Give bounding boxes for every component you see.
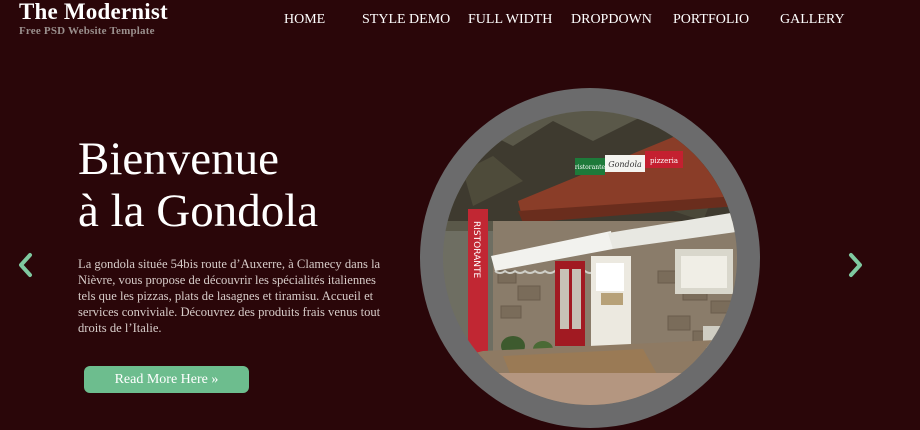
nav-item-portfolio[interactable]: PORTFOLIO [673,12,749,28]
slider-next-button[interactable] [845,252,865,278]
nav-item-gallery[interactable]: GALLERY [780,12,845,28]
hero-description: La gondola située 54bis route d’Auxerre,… [78,257,381,335]
banner-text: RISTORANTE [471,221,481,278]
sign-right-text: pizzeria [650,157,678,165]
sign-center-text: Gondola [608,160,642,169]
sign-left-text: ristorante [575,164,606,171]
chevron-right-icon [849,253,862,277]
nav-item-full-width[interactable]: FULL WIDTH [468,12,552,28]
site-tagline: Free PSD Website Template [19,25,155,37]
site-logo[interactable]: The Modernist Free PSD Website Template [19,0,168,37]
site-title: The Modernist [19,0,168,24]
nav-item-home[interactable]: HOME [284,12,325,28]
hero-title-line1: Bienvenue [78,133,279,185]
read-more-button[interactable]: Read More Here » [84,366,249,393]
slider-prev-button[interactable] [16,252,36,278]
chevron-left-icon [19,253,32,277]
restaurant-photo: ristorante Gondola pizzeria RISTORANTE [443,111,737,405]
hero-title: Bienvenue à la Gondola [78,133,418,237]
hero-title-line2: à la Gondola [78,185,319,237]
nav-item-dropdown[interactable]: DROPDOWN [571,12,652,28]
restaurant-illustration: ristorante Gondola pizzeria RISTORANTE [443,111,737,405]
nav-item-style-demo[interactable]: STYLE DEMO [362,12,450,28]
